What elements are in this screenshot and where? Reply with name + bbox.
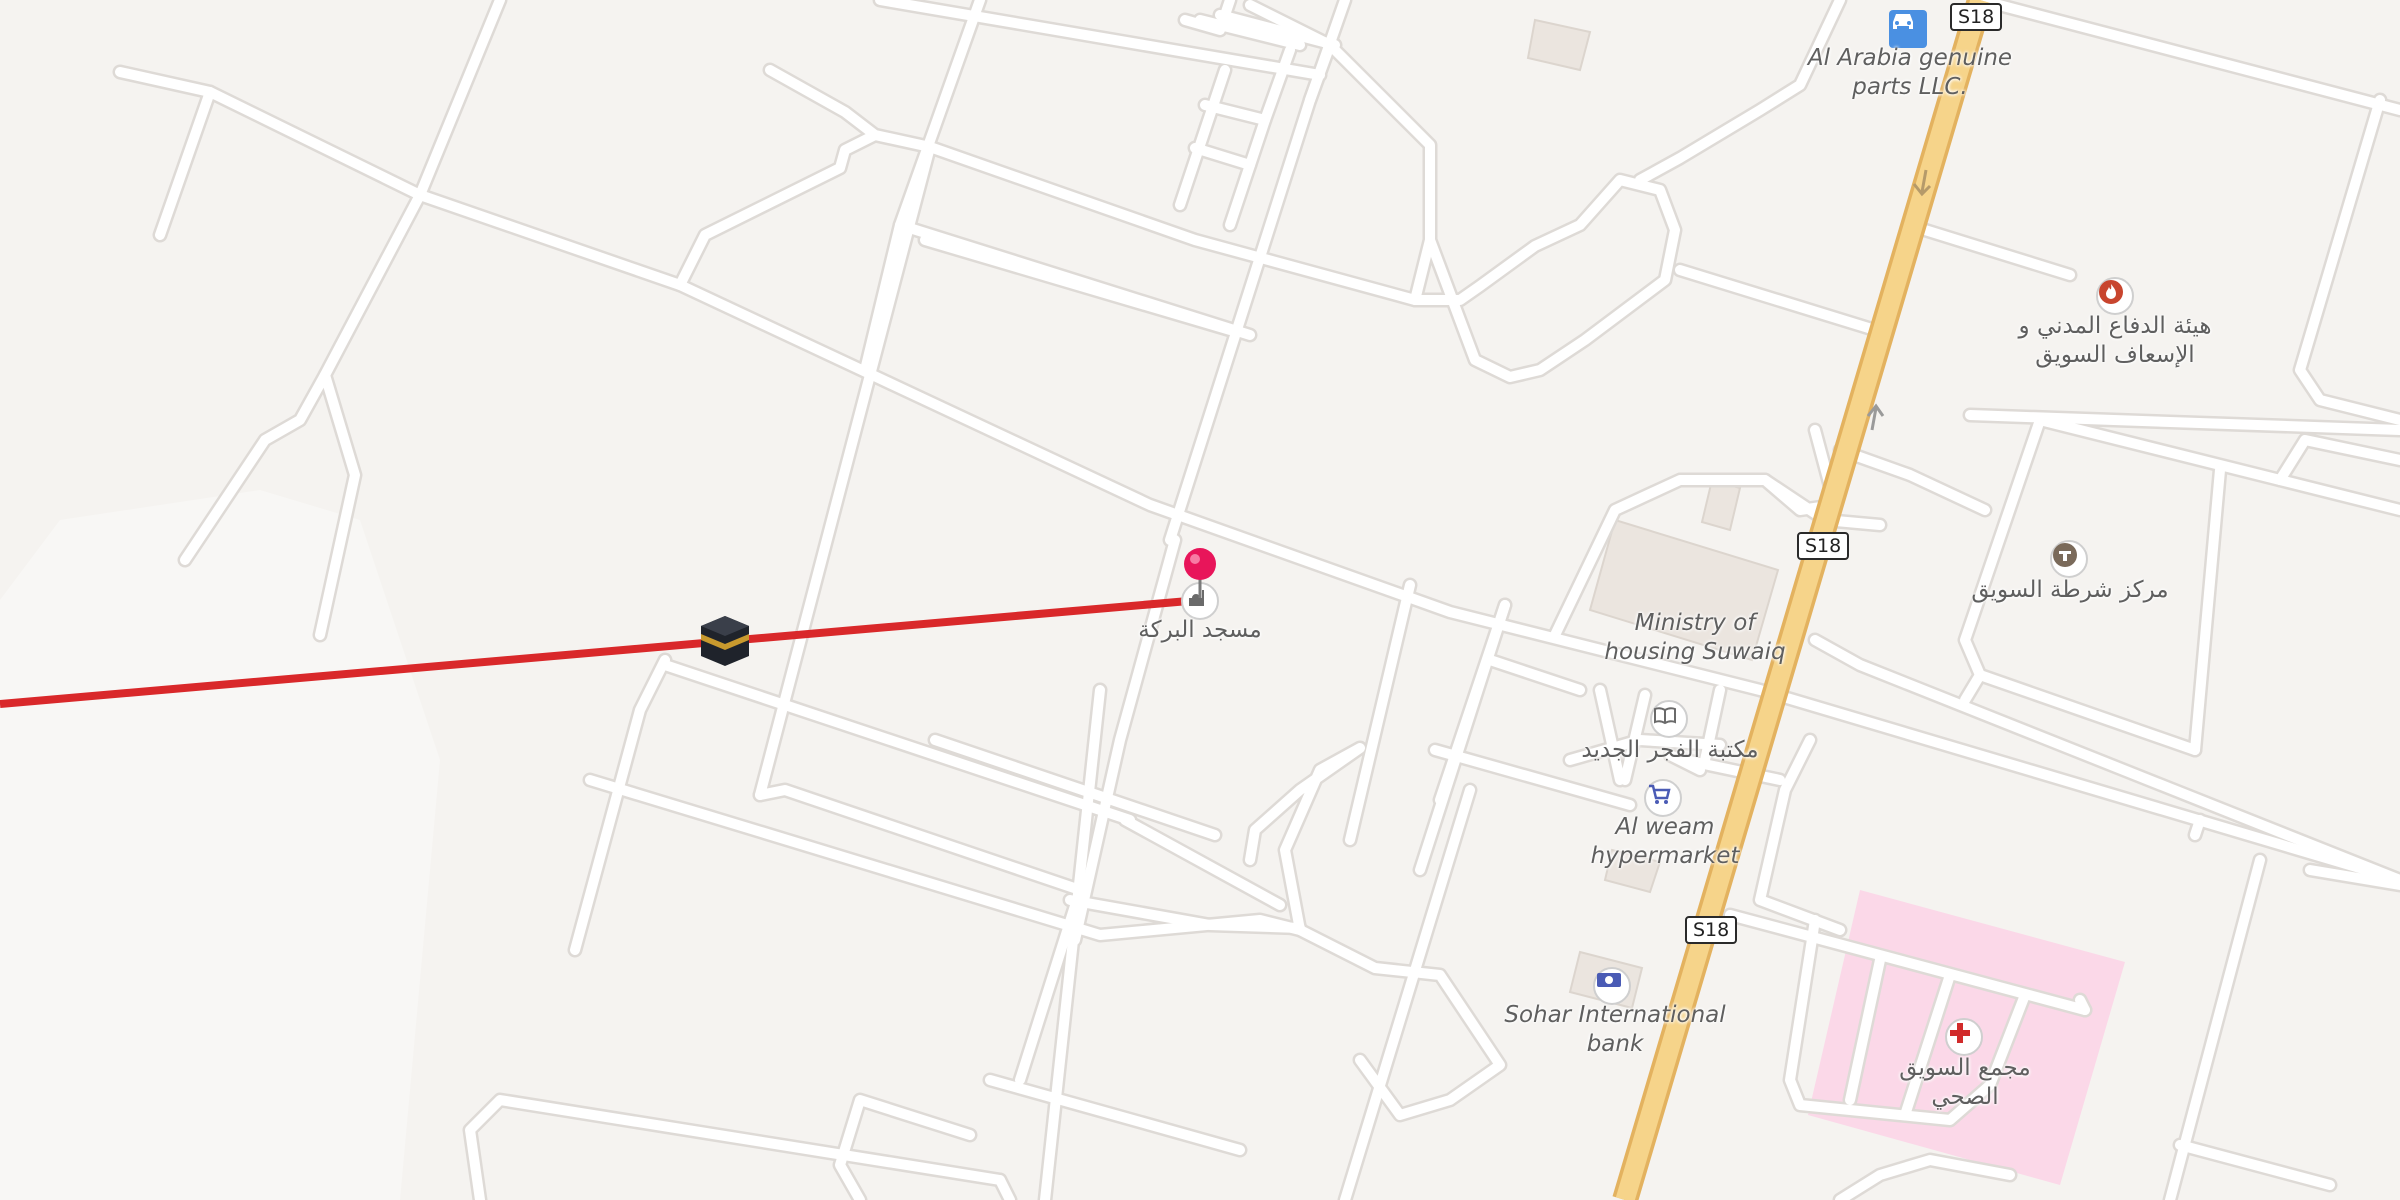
road (2190, 465, 2225, 755)
road-casing (177, 0, 508, 568)
road (155, 87, 215, 240)
road (985, 1075, 1245, 1155)
road (755, 142, 935, 800)
hospital-cross-icon[interactable] (1945, 1018, 1983, 1056)
road (2175, 1140, 2335, 1190)
book-icon[interactable] (1650, 700, 1688, 738)
road-casing (2292, 92, 2400, 428)
road (1920, 225, 2075, 280)
place-label-hypermarket[interactable]: Al weam hypermarket (1580, 813, 1750, 871)
road (2075, 995, 2090, 1015)
road (1835, 445, 1990, 515)
road (1040, 685, 1105, 1200)
road (1175, 65, 1230, 210)
kaaba-icon[interactable] (697, 612, 753, 668)
place-label-al-arabia[interactable]: Al Arabia genuine parts LLC. (1800, 44, 2020, 102)
place-label-police[interactable]: مركز شرطة السويق (1960, 576, 2180, 605)
road (2190, 815, 2205, 840)
road (115, 67, 2400, 885)
route-shield: S18 (1950, 3, 2003, 31)
place-label-ministry[interactable]: Ministry of housing Suwaiq (1590, 609, 1800, 667)
place-label-library[interactable]: مكتبة الفجر الجديد (1550, 736, 1790, 765)
place-label-health-complex[interactable]: مجمع السويق الصحي (1870, 1054, 2060, 1112)
road (1485, 655, 1585, 695)
road (660, 660, 1135, 825)
road (585, 775, 1505, 1120)
road (1960, 670, 1985, 705)
road (2295, 95, 2400, 425)
place-label-civil-defence[interactable]: هيئة الدفاع المدني و الإسعاف السويق (1990, 312, 2240, 370)
open-ground-area (0, 490, 440, 1200)
route-shield: S18 (1797, 532, 1850, 560)
road (1835, 1155, 2015, 1200)
road-casing (112, 64, 2400, 888)
car-icon[interactable] (1889, 10, 1927, 48)
route-shield: S18 (1685, 916, 1738, 944)
road (1975, 0, 2400, 115)
place-label-mosque[interactable]: مسجد البركة (1120, 616, 1280, 645)
map-canvas[interactable]: S18 S18 S18 Al Arabia genuine parts LLC.… (0, 0, 2400, 1200)
police-icon[interactable] (2050, 540, 2088, 578)
road (1675, 265, 1880, 335)
shopping-cart-icon[interactable] (1644, 779, 1682, 817)
location-pin-icon[interactable] (1180, 546, 1220, 600)
road (1345, 580, 1415, 845)
fire-station-icon[interactable] (2096, 277, 2134, 315)
banknote-icon[interactable] (1593, 967, 1631, 1005)
road (2275, 435, 2400, 485)
place-label-bank[interactable]: Sohar International bank (1500, 1001, 1730, 1059)
road (675, 130, 880, 290)
road (1755, 735, 1845, 935)
road (930, 735, 1220, 840)
